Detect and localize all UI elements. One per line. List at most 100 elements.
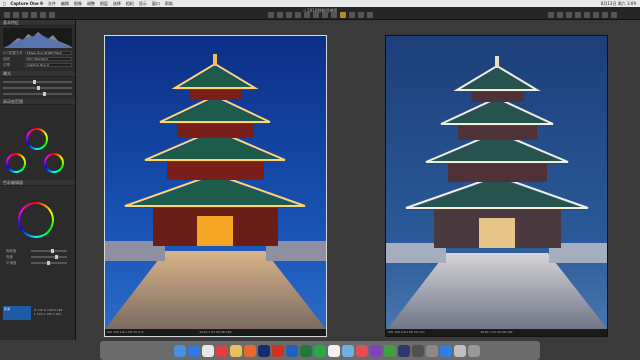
- grid-view-icon[interactable]: [548, 12, 554, 18]
- photoshop-icon[interactable]: [258, 344, 270, 357]
- notes-icon[interactable]: [230, 344, 242, 357]
- reset-icon[interactable]: [367, 12, 373, 18]
- system-preferences-icon[interactable]: [426, 344, 438, 357]
- brush-tool-icon[interactable]: [322, 12, 328, 18]
- color-swatch[interactable]: 影调: [3, 306, 31, 320]
- smoothness-row: 平滑度: [3, 260, 73, 266]
- exposure-warning-icon[interactable]: [557, 12, 563, 18]
- lightness-slider[interactable]: [31, 255, 67, 259]
- histogram: [3, 28, 72, 48]
- engine-select[interactable]: Capture One 9: [25, 63, 72, 67]
- photo-original-filename: 2016-7-24 09:48.CR2: [199, 330, 232, 334]
- section-hdr[interactable]: 高动态范围: [0, 99, 75, 105]
- picker-tool-icon[interactable]: [340, 12, 346, 18]
- spot-tool-icon[interactable]: [313, 12, 319, 18]
- settings-icon[interactable]: [593, 12, 599, 18]
- menu-layer[interactable]: 图层: [100, 0, 108, 7]
- info-icon[interactable]: [342, 344, 354, 357]
- capture-icon[interactable]: [13, 12, 19, 18]
- menu-help[interactable]: 帮助: [165, 0, 173, 7]
- zoom-tool-icon[interactable]: [277, 12, 283, 18]
- exposure-slider[interactable]: [3, 80, 72, 84]
- section-color-editor[interactable]: 色彩编辑器: [0, 180, 75, 186]
- pan-tool-icon[interactable]: [268, 12, 274, 18]
- dock: [100, 341, 540, 360]
- curve-label: 曲线: [3, 56, 10, 61]
- downloads-icon[interactable]: [440, 344, 452, 357]
- saturation-slider[interactable]: [31, 249, 67, 253]
- menu-view[interactable]: 显示: [139, 0, 147, 7]
- documents-icon[interactable]: [454, 344, 466, 357]
- engine-row: 引擎 Capture One 9: [0, 62, 75, 68]
- apple-icon[interactable]: : [3, 0, 5, 7]
- iqiyi-icon[interactable]: [384, 344, 396, 357]
- photo-original[interactable]: ISO 100 1/6 s f/8 24 mm 2016-7-24 09:48.…: [104, 35, 327, 337]
- color-wheel-highlights[interactable]: [44, 153, 64, 173]
- pagoda-image-original: [105, 36, 326, 329]
- trash-icon[interactable]: [468, 344, 480, 357]
- photo-variant-info: ISO 100 1/6 s f/8 24 mm 2016-7-24 09:48.…: [386, 329, 607, 336]
- annotate-tool-icon[interactable]: [349, 12, 355, 18]
- menubar-clock[interactable]: 8月13日 周六 3:09: [601, 0, 636, 7]
- finder-icon[interactable]: [160, 344, 172, 357]
- brightness-slider[interactable]: [3, 92, 72, 96]
- color-readout-lab: L 128 a 155 b 200: [34, 312, 62, 316]
- compare-icon[interactable]: [566, 12, 572, 18]
- bridge-icon[interactable]: [244, 344, 256, 357]
- menu-file[interactable]: 文件: [48, 0, 56, 7]
- menu-select[interactable]: 选择: [113, 0, 121, 7]
- eraser-tool-icon[interactable]: [331, 12, 337, 18]
- menu-edit[interactable]: 编辑: [61, 0, 69, 7]
- capture-one-dock-icon[interactable]: [272, 344, 284, 357]
- library-icon[interactable]: [22, 12, 28, 18]
- launchpad-icon[interactable]: [174, 344, 186, 357]
- crop-tool-icon[interactable]: [286, 12, 292, 18]
- chrome-icon[interactable]: [328, 344, 340, 357]
- app-store-icon[interactable]: [286, 344, 298, 357]
- copy-adjust-icon[interactable]: [358, 12, 364, 18]
- photo-variant[interactable]: ISO 100 1/6 s f/8 24 mm 2016-7-24 09:48.…: [385, 35, 608, 337]
- icc-profile-select[interactable]: Phase One IQ180 Flash: [25, 51, 72, 55]
- color-sliders: 饱和度 亮度 平滑度: [3, 248, 73, 266]
- toolbar-cursor-tools: [268, 12, 373, 18]
- import-icon[interactable]: [4, 12, 10, 18]
- contrast-slider[interactable]: [3, 86, 72, 90]
- pagoda-image-variant: [386, 36, 607, 331]
- menu-adjust[interactable]: 调整: [87, 0, 95, 7]
- menu-image[interactable]: 图像: [74, 0, 82, 7]
- menu-app-name[interactable]: Capture One 9: [10, 0, 42, 7]
- section-exposure[interactable]: 曝光: [0, 71, 75, 77]
- terminal-icon[interactable]: [412, 344, 424, 357]
- safari-icon[interactable]: [188, 344, 200, 357]
- lightness-label: 亮度: [6, 254, 13, 259]
- toolbar-right-group: [548, 12, 617, 18]
- grid-icon[interactable]: [49, 12, 55, 18]
- lightroom-icon[interactable]: [398, 344, 410, 357]
- help-icon[interactable]: [602, 12, 608, 18]
- calendar-icon[interactable]: [216, 344, 228, 357]
- smoothness-label: 平滑度: [6, 260, 17, 265]
- wechat-icon[interactable]: [314, 344, 326, 357]
- color-editor-wheel[interactable]: [18, 202, 54, 238]
- engine-label: 引擎: [3, 62, 10, 67]
- affinity-icon[interactable]: [370, 344, 382, 357]
- fullscreen-icon[interactable]: [611, 12, 617, 18]
- photo-original-info: ISO 100 1/6 s f/8 24 mm 2016-7-24 09:48.…: [105, 329, 326, 336]
- keystone-tool-icon[interactable]: [304, 12, 310, 18]
- music-icon[interactable]: [356, 344, 368, 357]
- photos-icon[interactable]: [202, 344, 214, 357]
- curve-select[interactable]: Film Standard: [25, 57, 72, 61]
- smoothness-slider[interactable]: [31, 261, 67, 265]
- undo-icon[interactable]: [31, 12, 37, 18]
- focus-mask-icon[interactable]: [584, 12, 590, 18]
- section-basic[interactable]: 基本特征: [0, 20, 75, 26]
- menu-camera[interactable]: 相机: [126, 0, 134, 7]
- excel-icon[interactable]: [300, 344, 312, 357]
- rotate-tool-icon[interactable]: [295, 12, 301, 18]
- menu-window[interactable]: 窗口: [152, 0, 160, 7]
- redo-icon[interactable]: [40, 12, 46, 18]
- color-wheel-master[interactable]: [26, 128, 48, 150]
- color-readout: R 135 G 148 B 189 L 128 a 155 b 200: [34, 308, 62, 316]
- color-wheel-shadows[interactable]: [6, 153, 26, 173]
- proof-icon[interactable]: [575, 12, 581, 18]
